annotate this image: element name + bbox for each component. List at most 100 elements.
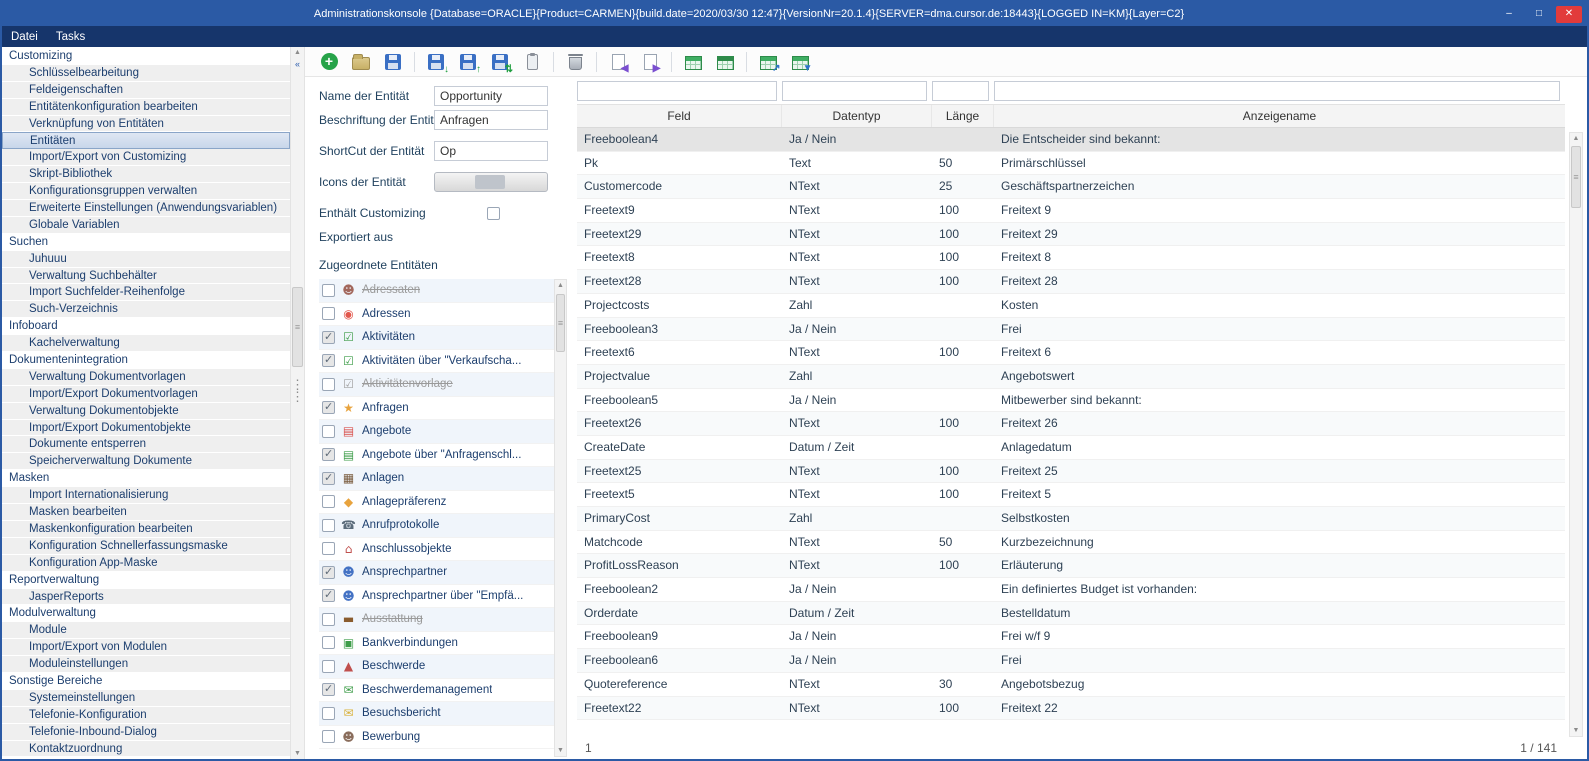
sidebar-item[interactable]: Maskenkonfiguration bearbeiten — [2, 521, 290, 538]
entity-shortcut-input[interactable] — [434, 141, 548, 161]
save-import-button[interactable]: ↓ — [421, 49, 451, 75]
table-row[interactable]: Freetext25NText100Freitext 25 — [577, 460, 1565, 484]
table-row[interactable]: ProjectcostsZahlKosten — [577, 294, 1565, 318]
entity-row[interactable]: ▤Angebote — [319, 420, 554, 444]
entity-row[interactable]: ▦Anlagen — [319, 467, 554, 491]
maximize-button[interactable]: □ — [1526, 6, 1552, 23]
entity-row[interactable]: ▣Bankverbindungen — [319, 632, 554, 656]
table-row[interactable]: Freeboolean2Ja / NeinEin definiertes Bud… — [577, 578, 1565, 602]
table-row[interactable]: PrimaryCostZahlSelbstkosten — [577, 507, 1565, 531]
sidebar-item[interactable]: Systemeinstellungen — [2, 690, 290, 707]
save-export-button[interactable]: ↑ — [453, 49, 483, 75]
entity-row[interactable]: ◉Adressen — [319, 303, 554, 327]
table-row[interactable]: Freeboolean6Ja / NeinFrei — [577, 649, 1565, 673]
sidebar-item[interactable]: Verknüpfung von Entitäten — [2, 116, 290, 133]
scroll-up-icon[interactable]: ▲ — [291, 49, 304, 56]
menu-datei[interactable]: Datei — [2, 29, 47, 45]
column-header[interactable]: Datentyp — [782, 105, 932, 127]
sidebar-item[interactable]: JasperReports — [2, 589, 290, 606]
grid-scrollbar[interactable]: ▲ ≡ ▼ — [1569, 132, 1583, 737]
entity-row[interactable]: ☻Ansprechpartner — [319, 561, 554, 585]
table-row[interactable]: Freetext28NText100Freitext 28 — [577, 270, 1565, 294]
table-filter-button[interactable]: ▼ — [785, 49, 815, 75]
entity-checkbox[interactable] — [322, 730, 335, 743]
sidebar-item[interactable]: Telefonie-Inbound-Dialog — [2, 724, 290, 741]
sidebar-item[interactable]: Import/Export Dokumentvorlagen — [2, 386, 290, 403]
sidebar-item[interactable]: Import/Export von Customizing — [2, 149, 290, 166]
sidebar-item[interactable]: Kontaktzuordnung — [2, 741, 290, 758]
table-row[interactable]: CreateDateDatum / ZeitAnlagedatum — [577, 436, 1565, 460]
column-header[interactable]: Feld — [577, 105, 782, 127]
entity-checkbox[interactable] — [322, 707, 335, 720]
sidebar-group[interactable]: Sonstige Bereiche — [2, 673, 290, 690]
clipboard-button[interactable] — [517, 49, 547, 75]
sidebar-item[interactable]: Feldeigenschaften — [2, 82, 290, 99]
entity-row[interactable]: ☻Adressaten — [319, 279, 554, 303]
sidebar-item[interactable]: Kachelverwaltung — [2, 335, 290, 352]
sidebar-item[interactable]: Masken bearbeiten — [2, 504, 290, 521]
contains-customizing-checkbox[interactable] — [487, 207, 500, 220]
entity-row[interactable]: ✉Beschwerdemanagement — [319, 679, 554, 703]
sidebar-item[interactable]: Verwaltung Suchbehälter — [2, 268, 290, 285]
sidebar-item[interactable]: Skript-Bibliothek — [2, 166, 290, 183]
table-row[interactable]: ProfitLossReasonNText100Erläuterung — [577, 554, 1565, 578]
entity-checkbox[interactable] — [322, 683, 335, 696]
table-row[interactable]: Freeboolean3Ja / NeinFrei — [577, 318, 1565, 342]
entity-list-scrollbar[interactable]: ▲ ≡ ▼ — [554, 279, 567, 757]
table-row[interactable]: OrderdateDatum / ZeitBestelldatum — [577, 602, 1565, 626]
sidebar-item[interactable]: Import/Export Dokumentobjekte — [2, 420, 290, 437]
sidebar-item[interactable]: Moduleinstellungen — [2, 656, 290, 673]
table-row[interactable]: CustomercodeNText25Geschäftspartnerzeich… — [577, 175, 1565, 199]
scroll-up-icon[interactable]: ▲ — [555, 282, 566, 289]
entity-name-input[interactable] — [434, 86, 548, 106]
sidebar-item[interactable]: Speicherverwaltung Dokumente — [2, 453, 290, 470]
table-row[interactable]: Freetext8NText100Freitext 8 — [577, 246, 1565, 270]
table-row[interactable]: Freetext6NText100Freitext 6 — [577, 341, 1565, 365]
entity-row[interactable]: ▬Ausstattung — [319, 608, 554, 632]
entity-checkbox[interactable] — [322, 472, 335, 485]
entity-checkbox[interactable] — [322, 566, 335, 579]
column-header[interactable]: Anzeigename — [994, 105, 1565, 127]
close-button[interactable]: ✕ — [1556, 6, 1582, 23]
table-row[interactable]: Freetext5NText100Freitext 5 — [577, 483, 1565, 507]
scroll-down-icon[interactable]: ▼ — [291, 750, 304, 757]
sidebar-item[interactable]: Entitäten — [2, 132, 290, 149]
delete-button[interactable] — [560, 49, 590, 75]
filter-input[interactable] — [782, 81, 927, 101]
sidebar-item[interactable]: Erweiterte Einstellungen (Anwendungsvari… — [2, 200, 290, 217]
sidebar-group[interactable]: Dokumentenintegration — [2, 352, 290, 369]
entity-row[interactable]: ◆Anlagepräferenz — [319, 491, 554, 515]
sidebar-item[interactable]: Konfiguration App-Maske — [2, 555, 290, 572]
entity-checkbox[interactable] — [322, 542, 335, 555]
entity-row[interactable]: ☎Anrufprotokolle — [319, 514, 554, 538]
table-button[interactable] — [678, 49, 708, 75]
entity-checkbox[interactable] — [322, 284, 335, 297]
entity-checkbox[interactable] — [322, 519, 335, 532]
entity-checkbox[interactable] — [322, 378, 335, 391]
entity-checkbox[interactable] — [322, 613, 335, 626]
sidebar-item[interactable]: Globale Variablen — [2, 217, 290, 234]
open-folder-button[interactable] — [346, 49, 376, 75]
sidebar-item[interactable]: Verwaltung Dokumentvorlagen — [2, 369, 290, 386]
table-row[interactable]: QuotereferenceNText30Angebotsbezug — [577, 673, 1565, 697]
entity-checkbox[interactable] — [322, 401, 335, 414]
table-alt-button[interactable] — [710, 49, 740, 75]
entity-row[interactable]: ✉Besuchsbericht — [319, 702, 554, 726]
scrollbar-thumb[interactable]: ≡ — [292, 287, 303, 367]
sidebar-item[interactable]: Import Internationalisierung — [2, 487, 290, 504]
entity-checkbox[interactable] — [322, 660, 335, 673]
entity-icons-button[interactable] — [434, 172, 548, 192]
entity-row[interactable]: ☑Aktivitäten über "Verkaufscha... — [319, 350, 554, 374]
sidebar-group[interactable]: Infoboard — [2, 318, 290, 335]
sidebar-item[interactable]: Dokumente entsperren — [2, 436, 290, 453]
entity-row[interactable]: ☻Ansprechpartner über "Empfä... — [319, 585, 554, 609]
sidebar-item[interactable]: Konfiguration Schnellerfassungsmaske — [2, 538, 290, 555]
table-row[interactable]: MatchcodeNText50Kurzbezeichnung — [577, 531, 1565, 555]
sidebar-item[interactable]: Import/Export von Modulen — [2, 639, 290, 656]
entity-checkbox[interactable] — [322, 495, 335, 508]
table-row[interactable]: Freeboolean4Ja / NeinDie Entscheider sin… — [577, 128, 1565, 152]
sidebar-item[interactable]: Telefonie-Konfiguration — [2, 707, 290, 724]
sidebar-group[interactable]: Customizing — [2, 48, 290, 65]
sidebar-group[interactable]: Modulverwaltung — [2, 605, 290, 622]
entity-checkbox[interactable] — [322, 425, 335, 438]
